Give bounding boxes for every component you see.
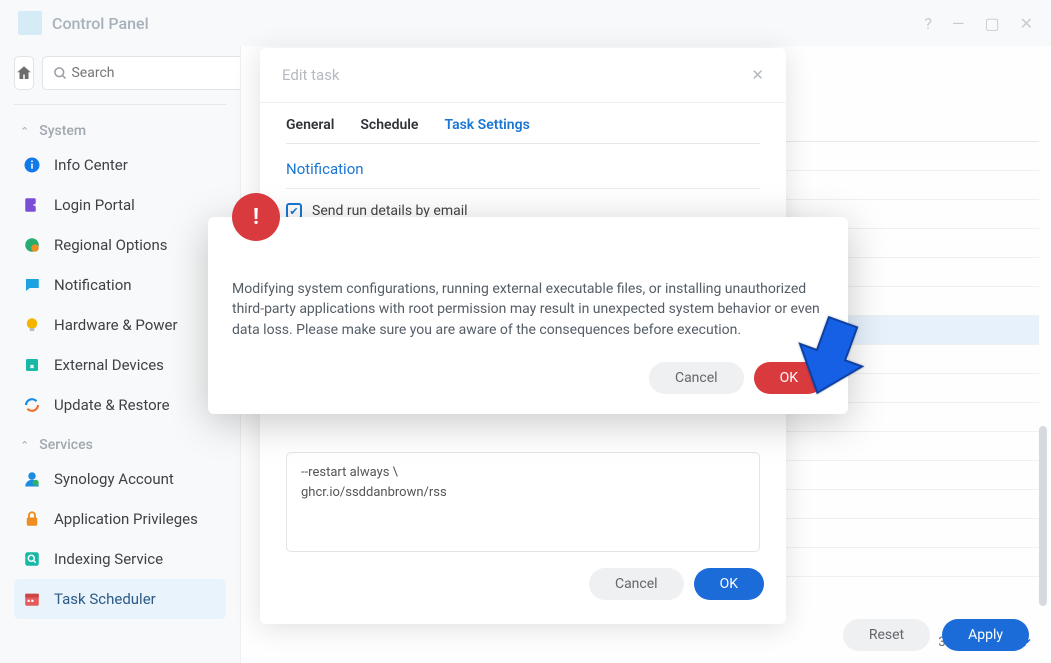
- sidebar-item-indexing[interactable]: Indexing Service: [14, 539, 226, 579]
- close-icon[interactable]: ✕: [1020, 14, 1033, 33]
- app-icon: [18, 11, 42, 35]
- divider: [14, 104, 226, 105]
- sidebar: ⌃ System Info Center Login Portal Region…: [0, 46, 240, 663]
- edit-ok-button[interactable]: OK: [694, 568, 764, 600]
- search-service-icon: [22, 549, 42, 569]
- lock-icon: [22, 509, 42, 529]
- tab-schedule[interactable]: Schedule: [360, 117, 418, 143]
- user-icon: [22, 469, 42, 489]
- sidebar-item-login-portal[interactable]: Login Portal: [14, 185, 226, 225]
- chat-icon: [22, 275, 42, 295]
- apply-button[interactable]: Apply: [942, 619, 1029, 651]
- sidebar-item-info-center[interactable]: Info Center: [14, 145, 226, 185]
- sidebar-item-task-scheduler[interactable]: Task Scheduler: [14, 579, 226, 619]
- info-icon: [22, 155, 42, 175]
- modal-title: Edit task: [282, 66, 340, 84]
- minimize-icon[interactable]: —: [952, 14, 965, 33]
- tab-general[interactable]: General: [286, 117, 334, 143]
- sidebar-item-hardware[interactable]: Hardware & Power: [14, 305, 226, 345]
- search-input[interactable]: [71, 65, 249, 81]
- warning-icon: !: [232, 193, 280, 241]
- chevron-up-icon: ⌃: [20, 439, 29, 452]
- portal-icon: [22, 195, 42, 215]
- sidebar-item-update[interactable]: Update & Restore: [14, 385, 226, 425]
- titlebar: Control Panel ? — ▢ ✕: [0, 0, 1051, 46]
- script-textarea[interactable]: --restart always \ ghcr.io/ssddanbrown/r…: [286, 452, 760, 552]
- globe-icon: [22, 235, 42, 255]
- modal-close-icon[interactable]: ✕: [751, 66, 764, 84]
- bulb-icon: [22, 315, 42, 335]
- sidebar-group-services[interactable]: ⌃ Services: [14, 425, 226, 459]
- sidebar-item-regional[interactable]: Regional Options: [14, 225, 226, 265]
- dialog-cancel-button[interactable]: Cancel: [649, 362, 744, 394]
- calendar-icon: [22, 589, 42, 609]
- search-input-wrap[interactable]: [42, 56, 260, 90]
- sync-icon: [22, 395, 42, 415]
- maximize-icon[interactable]: ▢: [984, 14, 999, 33]
- home-icon: [15, 64, 33, 82]
- edit-cancel-button[interactable]: Cancel: [589, 568, 684, 600]
- dialog-ok-button[interactable]: OK: [754, 362, 824, 394]
- section-notification: Notification: [286, 160, 760, 189]
- reset-button[interactable]: Reset: [843, 619, 930, 651]
- scrollbar-thumb[interactable]: [1039, 426, 1047, 606]
- home-button[interactable]: [14, 56, 34, 90]
- help-icon[interactable]: ?: [924, 14, 932, 33]
- sidebar-item-synology-account[interactable]: Synology Account: [14, 459, 226, 499]
- sidebar-group-system[interactable]: ⌃ System: [14, 111, 226, 145]
- search-icon: [53, 66, 68, 81]
- sidebar-item-external[interactable]: External Devices: [14, 345, 226, 385]
- warning-dialog: ! Modifying system configurations, runni…: [208, 217, 848, 414]
- tab-task-settings[interactable]: Task Settings: [444, 117, 529, 143]
- warning-text: Modifying system configurations, running…: [232, 279, 824, 340]
- chevron-up-icon: ⌃: [20, 125, 29, 138]
- sidebar-item-app-privileges[interactable]: Application Privileges: [14, 499, 226, 539]
- window-title: Control Panel: [52, 14, 924, 33]
- device-icon: [22, 355, 42, 375]
- sidebar-item-notification[interactable]: Notification: [14, 265, 226, 305]
